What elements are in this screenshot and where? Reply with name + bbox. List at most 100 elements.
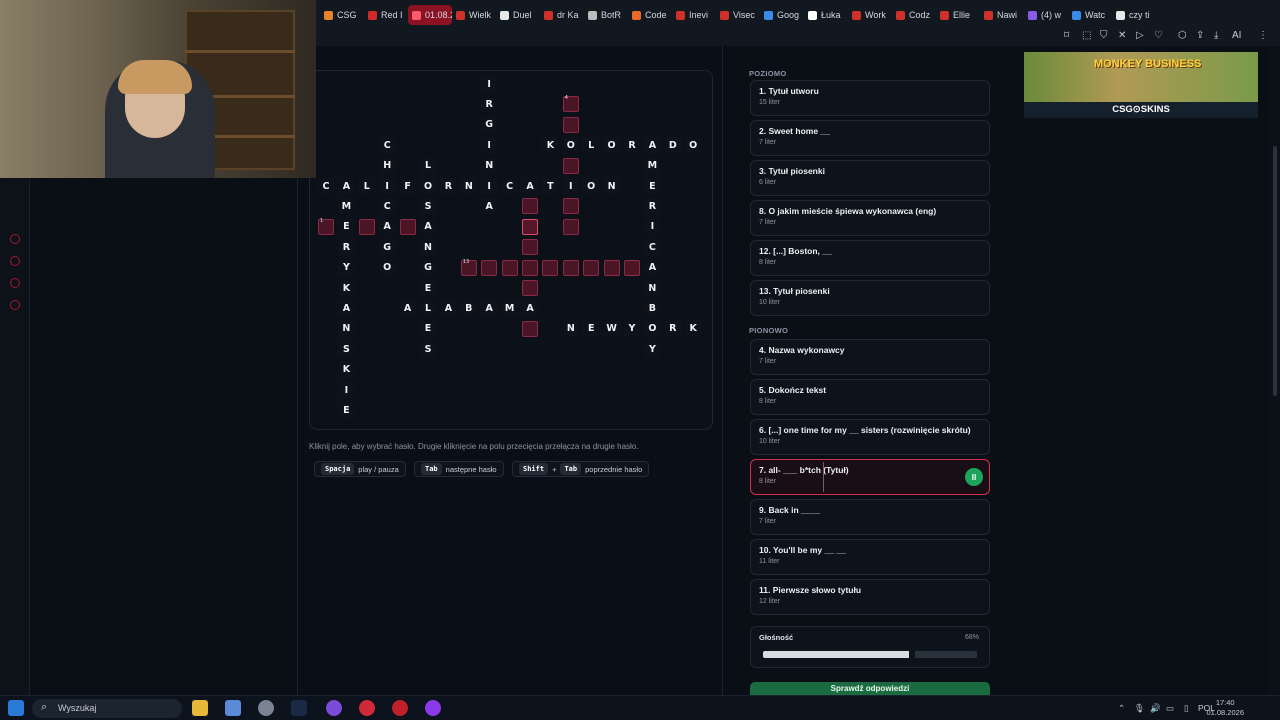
crossword-empty-cell[interactable] (562, 198, 579, 215)
crossword-empty-cell[interactable] (399, 218, 416, 235)
check-answers-button[interactable]: Sprawdź odpowiedzi (750, 682, 990, 696)
crossword-letter-cell[interactable]: B (460, 300, 477, 317)
clue-item[interactable]: 1. Tytuł utworu 15 liter (750, 80, 990, 116)
crossword-empty-cell[interactable] (522, 320, 538, 337)
microphone-icon[interactable]: 🎙 (1134, 703, 1145, 714)
browser-tab[interactable]: BotR (584, 5, 628, 25)
crossword-letter-cell[interactable]: N (420, 239, 436, 256)
menu-icon[interactable]: ⋮ (1258, 30, 1268, 41)
display-icon[interactable]: ▭ (1166, 703, 1174, 714)
crossword-letter-cell[interactable]: N (562, 320, 579, 337)
sidebar-icon-a[interactable] (10, 234, 20, 244)
crossword-letter-cell[interactable]: I (644, 218, 661, 235)
crossword-letter-cell[interactable]: G (379, 239, 396, 256)
taskbar-clock[interactable]: 17:40 01.08.2026 (1206, 698, 1244, 718)
page-scrollbar[interactable] (1270, 46, 1280, 695)
settings-icon[interactable] (258, 700, 274, 716)
app-icon-b[interactable] (326, 700, 342, 716)
crossword-letter-cell[interactable]: E (583, 320, 600, 337)
clue-item[interactable]: 13. Tytuł piosenki 10 liter (750, 280, 990, 316)
browser-icon[interactable] (359, 700, 375, 716)
crossword-letter-cell[interactable]: C (644, 239, 661, 256)
crossword-letter-cell[interactable]: A (481, 198, 498, 215)
crossword-letter-cell[interactable]: E (420, 280, 436, 296)
bookmark-icon[interactable]: ⌑ (1064, 30, 1069, 41)
crossword-empty-cell[interactable] (522, 280, 538, 296)
clue-item[interactable]: 10. You'll be my __ __ 11 liter (750, 539, 990, 575)
sidebar-icon-b[interactable] (10, 256, 20, 266)
crossword-letter-cell[interactable]: O (644, 320, 661, 337)
crossword-empty-cell[interactable] (562, 218, 579, 235)
share-icon[interactable]: ⇪ (1196, 30, 1204, 41)
crossword-letter-cell[interactable]: E (420, 320, 436, 337)
crossword-letter-cell[interactable]: C (379, 198, 396, 215)
browser-tab[interactable]: Goog (760, 5, 804, 25)
crossword-empty-cell[interactable] (624, 259, 640, 276)
ai-icon[interactable]: AI (1232, 30, 1241, 41)
crossword-letter-cell[interactable]: E (644, 178, 661, 194)
crossword-empty-cell[interactable] (542, 259, 559, 276)
crossword-empty-cell[interactable]: 1 (318, 218, 334, 235)
crossword-letter-cell[interactable]: S (420, 198, 436, 215)
clue-item[interactable]: 12. [...] Boston, __ 8 liter (750, 240, 990, 276)
download-icon[interactable]: ⤓ (1214, 30, 1218, 41)
crossword-letter-cell[interactable]: O (420, 178, 436, 194)
crossword-empty-cell[interactable] (603, 259, 620, 276)
crossword-letter-cell[interactable]: M (338, 198, 355, 215)
crossword-letter-cell[interactable]: A (399, 300, 416, 317)
browser-tab[interactable]: CSG (320, 5, 364, 25)
screenshot-icon[interactable]: ⬚ (1082, 30, 1091, 41)
crossword-letter-cell[interactable]: B (644, 300, 661, 317)
clue-item[interactable]: 7. all- ___ b*tch (Tytuł) 8 liter II (750, 459, 990, 495)
crossword-letter-cell[interactable]: N (338, 320, 355, 337)
browser-tab[interactable]: Code (628, 5, 672, 25)
crossword-letter-cell[interactable]: S (420, 341, 436, 358)
browser-tab[interactable]: dr Ka (540, 5, 584, 25)
browser-tab[interactable]: Work (848, 5, 892, 25)
clue-item[interactable]: 3. Tytuł piosenki 6 liter (750, 160, 990, 196)
speaker-icon[interactable]: 🔊 (1150, 703, 1161, 714)
crossword-letter-cell[interactable]: M (501, 300, 518, 317)
clue-item[interactable]: 11. Pierwsze słowo tytułu 12 liter (750, 579, 990, 615)
crossword-letter-cell[interactable]: T (542, 178, 559, 194)
crossword-empty-cell[interactable] (522, 259, 538, 276)
crossword-empty-cell[interactable] (522, 198, 538, 215)
crossword-letter-cell[interactable]: K (338, 280, 355, 296)
extensions-icon[interactable]: ⬡ (1178, 30, 1187, 41)
app-icon-c[interactable] (392, 700, 408, 716)
crossword-letter-cell[interactable]: A (522, 300, 538, 317)
battery-icon[interactable]: ▯ (1184, 703, 1189, 714)
crossword-letter-cell[interactable]: Y (338, 259, 355, 276)
crossword-letter-cell[interactable]: L (420, 300, 436, 317)
heart-icon[interactable]: ♡ (1154, 30, 1163, 41)
crossword-letter-cell[interactable]: A (440, 300, 457, 317)
start-icon[interactable] (8, 700, 24, 716)
crossword-letter-cell[interactable]: A (644, 259, 661, 276)
crossword-letter-cell[interactable]: R (481, 96, 498, 113)
taskbar-search[interactable]: ⌕ Wyszukaj (32, 699, 182, 718)
crossword-empty-cell[interactable] (562, 116, 579, 133)
crossword-letter-cell[interactable]: R (644, 198, 661, 215)
crossword-letter-cell[interactable]: K (542, 137, 559, 154)
crossword-empty-cell[interactable] (562, 259, 579, 276)
crossword-letter-cell[interactable]: A (338, 178, 355, 194)
crossword-letter-cell[interactable]: F (399, 178, 416, 194)
crossword-letter-cell[interactable]: O (562, 137, 579, 154)
crossword-letter-cell[interactable]: I (379, 178, 396, 194)
crossword-letter-cell[interactable]: M (644, 157, 661, 174)
crossword-letter-cell[interactable]: O (379, 259, 396, 276)
crossword-letter-cell[interactable]: A (481, 300, 498, 317)
browser-tab[interactable]: Watc (1068, 5, 1112, 25)
crossword-letter-cell[interactable]: A (379, 218, 396, 235)
crossword-letter-cell[interactable]: D (664, 137, 681, 154)
browser-tab[interactable]: Red I (364, 5, 408, 25)
crossword-empty-cell[interactable]: 13 (460, 259, 477, 276)
app-icon-d[interactable] (425, 700, 441, 716)
browser-tab[interactable]: czy ti (1112, 5, 1156, 25)
clue-item[interactable]: 2. Sweet home __ 7 liter (750, 120, 990, 156)
crossword-letter-cell[interactable]: I (338, 382, 355, 398)
crossword-letter-cell[interactable]: E (338, 218, 355, 235)
file-explorer-icon[interactable] (192, 700, 208, 716)
crossword-letter-cell[interactable]: R (440, 178, 457, 194)
crossword-empty-cell[interactable] (583, 259, 600, 276)
